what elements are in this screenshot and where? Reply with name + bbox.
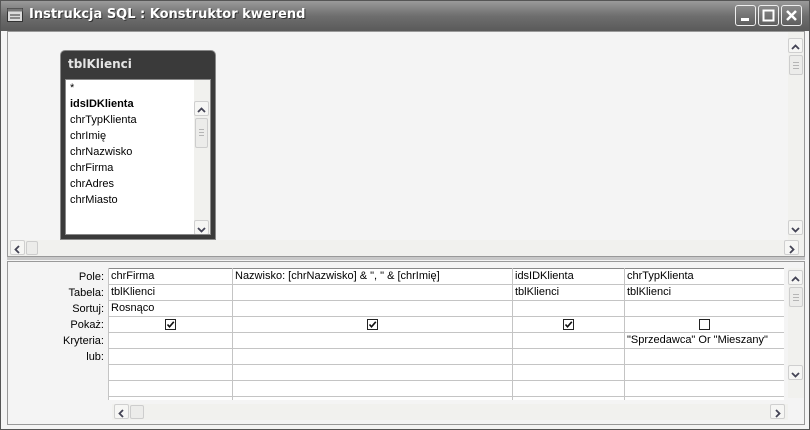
scroll-thumb[interactable] xyxy=(789,287,803,307)
scroll-thumb[interactable] xyxy=(130,405,144,419)
field-item[interactable]: chrAdres xyxy=(70,178,114,190)
title-bar[interactable]: Instrukcja SQL : Konstruktor kwerend xyxy=(1,1,809,31)
chevron-right-icon xyxy=(775,409,781,418)
grid-cell-tabela[interactable]: tblKlienci xyxy=(111,286,155,298)
grid-cell-pole[interactable]: Nazwisko: [chrNazwisko] & ", " & [chrImi… xyxy=(235,270,440,282)
scroll-down-button[interactable] xyxy=(788,365,803,380)
grid-cell-sortuj[interactable]: Rosnąco xyxy=(111,302,154,314)
diagram-horizontal-scrollbar[interactable] xyxy=(8,240,804,256)
field-item[interactable]: chrNazwisko xyxy=(70,146,132,158)
field-item[interactable]: chrTypKlienta xyxy=(70,114,137,126)
chevron-down-icon xyxy=(197,227,206,233)
scroll-thumb[interactable] xyxy=(789,55,803,75)
scroll-up-button[interactable] xyxy=(194,101,209,116)
row-label-pole: Pole: xyxy=(78,271,104,283)
query-icon xyxy=(7,8,23,22)
scroll-down-button[interactable] xyxy=(194,220,209,234)
show-checkbox[interactable] xyxy=(699,319,710,330)
grid-horizontal-scrollbar[interactable] xyxy=(112,404,788,420)
scroll-up-button[interactable] xyxy=(788,270,803,285)
grid-cell-pole[interactable]: chrFirma xyxy=(111,270,154,282)
field-list-scrollbar[interactable] xyxy=(194,80,210,234)
close-icon xyxy=(786,10,797,21)
checkmark-icon xyxy=(564,321,573,329)
chevron-up-icon xyxy=(791,44,800,50)
grid-cell-pole[interactable]: chrTypKlienta xyxy=(627,270,694,282)
row-label-sortuj: Sortuj: xyxy=(72,303,104,315)
chevron-down-icon xyxy=(791,227,800,233)
close-button[interactable] xyxy=(781,5,802,26)
scroll-thumb[interactable] xyxy=(26,241,38,255)
scroll-left-button[interactable] xyxy=(114,404,129,419)
design-grid-pane: Pole: Tabela: Sortuj: Pokaż: Kryteria: l… xyxy=(7,261,805,425)
row-label-lub: lub: xyxy=(86,351,104,363)
checkmark-icon xyxy=(368,321,377,329)
scroll-up-button[interactable] xyxy=(788,38,803,53)
field-item[interactable]: chrImię xyxy=(70,130,106,142)
grid-cell-tabela[interactable]: tblKlienci xyxy=(627,286,671,298)
minimize-icon xyxy=(741,18,749,21)
table-box-tblklienci[interactable]: tblKlienci * idsIDKlienta chrTypKlienta … xyxy=(60,50,216,240)
query-designer-window: Instrukcja SQL : Konstruktor kwerend tbl… xyxy=(0,0,810,430)
grid-cell-kryteria[interactable]: "Sprzedawca" Or "Mieszany" xyxy=(627,334,768,346)
table-box-title: tblKlienci xyxy=(68,57,132,71)
chevron-up-icon xyxy=(791,276,800,282)
maximize-button[interactable] xyxy=(758,5,779,26)
field-item[interactable]: idsIDKlienta xyxy=(70,98,134,110)
grid-vertical-scrollbar[interactable] xyxy=(788,268,804,398)
diagram-vertical-scrollbar[interactable] xyxy=(788,32,804,240)
row-label-pokaz: Pokaż: xyxy=(70,319,104,331)
show-checkbox[interactable] xyxy=(563,319,574,330)
scroll-thumb[interactable] xyxy=(195,118,208,148)
field-item[interactable]: chrMiasto xyxy=(70,194,118,206)
show-checkbox[interactable] xyxy=(165,319,176,330)
query-design-grid: chrFirma tblKlienci Rosnąco Nazwisko: [c… xyxy=(108,268,784,400)
row-label-tabela: Tabela: xyxy=(68,287,104,299)
scroll-right-button[interactable] xyxy=(770,404,785,419)
row-label-kryteria: Kryteria: xyxy=(63,335,104,347)
field-item[interactable]: chrFirma xyxy=(70,162,113,174)
field-item[interactable]: * xyxy=(70,82,74,94)
window-title: Instrukcja SQL : Konstruktor kwerend xyxy=(29,7,306,22)
chevron-left-icon xyxy=(14,245,20,254)
table-diagram-pane: tblKlienci * idsIDKlienta chrTypKlienta … xyxy=(7,31,805,257)
chevron-left-icon xyxy=(118,409,124,418)
table-field-list: * idsIDKlienta chrTypKlienta chrImię chr… xyxy=(65,79,211,235)
show-checkbox[interactable] xyxy=(367,319,378,330)
scroll-left-button[interactable] xyxy=(10,240,25,255)
grid-cell-pole[interactable]: idsIDKlienta xyxy=(515,270,574,282)
pane-splitter[interactable] xyxy=(7,257,805,260)
minimize-button[interactable] xyxy=(735,5,756,26)
maximize-icon xyxy=(762,9,775,22)
chevron-up-icon xyxy=(197,107,206,113)
scroll-down-button[interactable] xyxy=(788,220,803,235)
chevron-down-icon xyxy=(791,372,800,378)
checkmark-icon xyxy=(166,321,175,329)
chevron-right-icon xyxy=(789,245,795,254)
scroll-right-button[interactable] xyxy=(784,240,799,255)
grid-cell-tabela[interactable]: tblKlienci xyxy=(515,286,559,298)
